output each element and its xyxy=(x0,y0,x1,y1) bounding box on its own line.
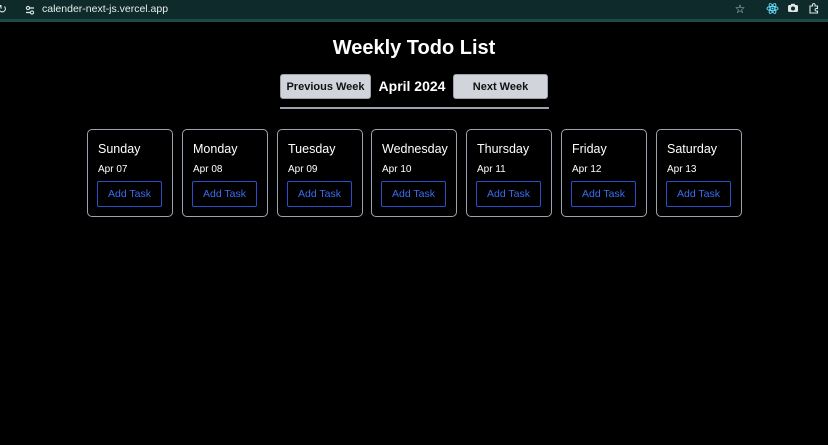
day-name: Sunday xyxy=(98,142,141,156)
address-bar-url[interactable]: calender-next-js.vercel.app xyxy=(42,2,168,16)
header-divider xyxy=(280,107,549,109)
add-task-button[interactable]: Add Task xyxy=(571,181,636,207)
previous-week-button[interactable]: Previous Week xyxy=(280,74,371,99)
add-task-button[interactable]: Add Task xyxy=(381,181,446,207)
current-month-label: April 2024 xyxy=(378,78,446,94)
page-title: Weekly Todo List xyxy=(332,37,496,59)
add-task-button[interactable]: Add Task xyxy=(666,181,731,207)
toolbar-divider xyxy=(0,19,828,22)
day-card-saturday: Saturday Apr 13 Add Task xyxy=(656,129,742,217)
day-date: Apr 12 xyxy=(572,164,602,175)
day-card-wednesday: Wednesday Apr 10 Add Task xyxy=(371,129,457,217)
react-devtools-icon[interactable] xyxy=(765,2,779,16)
add-task-button[interactable]: Add Task xyxy=(476,181,541,207)
star-icon[interactable]: ☆ xyxy=(733,2,747,16)
day-name: Saturday xyxy=(667,142,718,156)
camera-icon[interactable] xyxy=(786,2,800,16)
week-navigation: Previous Week April 2024 Next Week xyxy=(0,74,828,100)
add-task-button[interactable]: Add Task xyxy=(192,181,257,207)
add-task-button[interactable]: Add Task xyxy=(287,181,352,207)
add-task-button[interactable]: Add Task xyxy=(97,181,162,207)
day-date: Apr 10 xyxy=(382,164,412,175)
day-card-friday: Friday Apr 12 Add Task xyxy=(561,129,647,217)
day-card-monday: Monday Apr 08 Add Task xyxy=(182,129,268,217)
day-name: Thursday xyxy=(477,142,530,156)
day-name: Monday xyxy=(193,142,238,156)
extensions-icon[interactable] xyxy=(807,2,821,16)
day-card-sunday: Sunday Apr 07 Add Task xyxy=(87,129,173,217)
site-info-icon[interactable] xyxy=(24,3,36,15)
day-date: Apr 11 xyxy=(477,164,506,175)
day-name: Tuesday xyxy=(288,142,336,156)
browser-toolbar: ↻ calender-next-js.vercel.app ☆ xyxy=(0,0,828,19)
day-date: Apr 13 xyxy=(667,164,697,175)
day-card-thursday: Thursday Apr 11 Add Task xyxy=(466,129,552,217)
day-date: Apr 09 xyxy=(288,164,318,175)
day-card-tuesday: Tuesday Apr 09 Add Task xyxy=(277,129,363,217)
day-name: Friday xyxy=(572,142,607,156)
reload-icon[interactable]: ↻ xyxy=(0,2,9,16)
next-week-button[interactable]: Next Week xyxy=(453,74,548,99)
day-date: Apr 07 xyxy=(98,164,128,175)
day-name: Wednesday xyxy=(382,142,448,156)
day-date: Apr 08 xyxy=(193,164,223,175)
